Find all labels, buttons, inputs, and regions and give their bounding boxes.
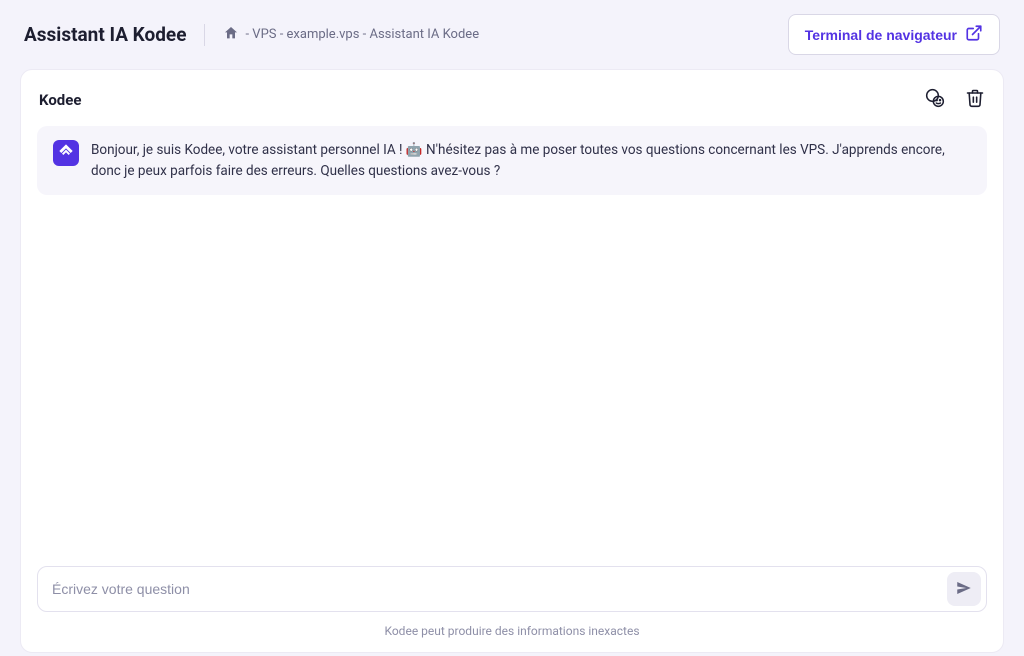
page-header: Assistant IA Kodee - VPS - example.vps -… (0, 0, 1024, 69)
terminal-button-label: Terminal de navigateur (805, 27, 957, 43)
reaction-icon[interactable] (925, 88, 945, 112)
trash-icon[interactable] (965, 88, 985, 112)
input-area (37, 566, 987, 612)
assistant-message: Bonjour, je suis Kodee, votre assistant … (37, 126, 987, 195)
breadcrumb[interactable]: - VPS - example.vps - Assistant IA Kodee (223, 25, 479, 45)
footer-note: Kodee peut produire des informations ine… (37, 624, 987, 638)
chat-header-actions (925, 88, 985, 112)
divider (204, 24, 205, 46)
robot-emoji: 🤖 (406, 140, 423, 160)
breadcrumb-text: - VPS - example.vps - Assistant IA Kodee (245, 27, 479, 42)
kodee-avatar-icon (58, 143, 74, 163)
terminal-button[interactable]: Terminal de navigateur (788, 14, 1000, 55)
chat-card: Kodee (20, 69, 1004, 653)
send-button[interactable] (947, 572, 981, 606)
chat-header: Kodee (37, 88, 987, 126)
assistant-avatar (53, 140, 79, 166)
page-title: Assistant IA Kodee (24, 23, 186, 46)
external-link-icon (965, 24, 983, 45)
message-text-before: Bonjour, je suis Kodee, votre assistant … (91, 142, 406, 158)
chat-input[interactable] (52, 573, 947, 605)
messages-container: Bonjour, je suis Kodee, votre assistant … (37, 126, 987, 560)
home-icon[interactable] (223, 25, 239, 45)
message-text: Bonjour, je suis Kodee, votre assistant … (91, 140, 971, 181)
header-left: Assistant IA Kodee - VPS - example.vps -… (24, 23, 479, 46)
chat-title: Kodee (39, 91, 81, 109)
send-icon (955, 579, 973, 600)
